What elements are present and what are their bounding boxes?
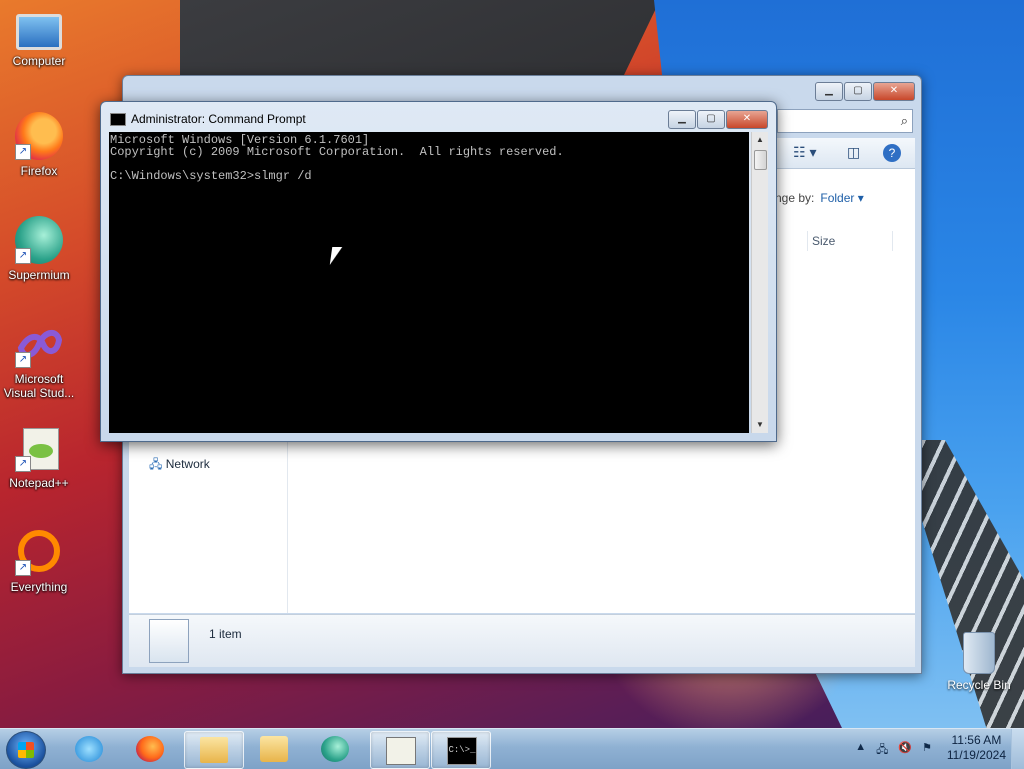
command-prompt-window[interactable]: Administrator: Command Prompt ▁ ▢ ✕ Micr… (100, 101, 777, 442)
taskbar-notepad-plus-plus[interactable] (370, 731, 430, 769)
taskbar-file-explorer[interactable] (184, 731, 244, 769)
taskbar-supermium[interactable] (306, 731, 364, 767)
show-hidden-icons-icon[interactable]: ▲ (855, 741, 866, 760)
document-icon (149, 619, 189, 663)
desktop-icon-label: Supermium (8, 268, 70, 282)
network-icon[interactable]: 🖧 (876, 741, 888, 760)
supermium-icon: ↗ (15, 216, 63, 264)
details-pane: 1 item (129, 614, 915, 667)
cmd-caption-buttons: ▁ ▢ ✕ (668, 110, 768, 129)
desktop-icon-label: Computer (12, 54, 66, 68)
desktop-icon-everything[interactable]: ↗ Everything (1, 528, 77, 594)
desktop-icon-recycle-bin[interactable]: Recycle Bin (944, 632, 1014, 692)
notification-area: ▲ 🖧 🔇 ⚑ (855, 741, 932, 760)
sidebar-item-network[interactable]: 🖧 Network (149, 455, 210, 476)
recycle-bin-icon (963, 632, 995, 674)
taskbar-media-player[interactable] (245, 731, 303, 767)
window-title: Administrator: Command Prompt (131, 112, 306, 126)
column-header-size[interactable]: Size (807, 231, 893, 251)
close-button[interactable]: ✕ (873, 82, 915, 101)
close-button[interactable]: ✕ (726, 110, 768, 129)
show-desktop-button[interactable] (1011, 729, 1024, 769)
shortcut-arrow-icon: ↗ (15, 352, 31, 368)
taskbar-command-prompt[interactable]: C:\>_ (431, 731, 491, 769)
shortcut-arrow-icon: ↗ (15, 144, 31, 160)
maximize-button[interactable]: ▢ (844, 82, 872, 101)
arrange-by-label: nge by: (775, 191, 815, 205)
console-command-line: C:\Windows\system32>slmgr /d (110, 169, 312, 183)
media-player-icon (260, 736, 288, 762)
shortcut-arrow-icon: ↗ (15, 560, 31, 576)
minimize-button[interactable]: ▁ (668, 110, 696, 129)
volume-muted-icon[interactable]: 🔇 (898, 741, 912, 760)
windows-logo-icon (18, 742, 34, 758)
change-view-icon[interactable]: ☷ ▾ (793, 144, 816, 161)
clock-date: 11/19/2024 (946, 748, 1006, 762)
desktop-icon-label: Notepad++ (9, 476, 69, 490)
shortcut-arrow-icon: ↗ (15, 456, 31, 472)
arrange-by: nge by: Folder ▾ (775, 191, 864, 205)
desktop-icon-label: Everything (10, 580, 68, 594)
clock-time: 11:56 AM (951, 733, 1002, 747)
scroll-thumb[interactable] (754, 150, 767, 170)
item-count: 1 item (209, 627, 242, 641)
console-line: Copyright (c) 2009 Microsoft Corporation… (110, 145, 564, 159)
maximize-button[interactable]: ▢ (697, 110, 725, 129)
firefox-icon (136, 736, 164, 762)
desktop-icon-notepad-plus-plus[interactable]: ↗ Notepad++ (1, 424, 77, 490)
command-prompt-icon (110, 113, 126, 126)
taskbar-internet-explorer[interactable] (60, 731, 118, 767)
console-output[interactable]: Microsoft Windows [Version 6.1.7601] Cop… (109, 132, 749, 433)
taskbar: C:\>_ ▲ 🖧 🔇 ⚑ 11:56 AM 11/19/2024 (0, 728, 1024, 769)
desktop-icon-computer[interactable]: Computer (1, 8, 77, 68)
taskbar-firefox[interactable] (121, 731, 179, 767)
preview-pane-icon[interactable]: ◫ (847, 144, 860, 161)
desktop-icon-label: Firefox (20, 164, 58, 178)
everything-search-icon: ↗ (15, 528, 63, 576)
scroll-down-icon[interactable]: ▼ (752, 417, 768, 433)
desktop-icon-label: Recycle Bin (947, 678, 1011, 692)
notepad-chameleon (29, 444, 53, 458)
desktop-icon-supermium[interactable]: ↗ Supermium (1, 216, 77, 282)
file-explorer-icon (200, 737, 228, 763)
action-center-flag-icon[interactable]: ⚑ (922, 741, 932, 760)
search-icon: ⌕ (900, 113, 908, 128)
visual-studio-icon: ↗ (15, 320, 63, 368)
supermium-icon (321, 736, 349, 762)
computer-icon (16, 14, 62, 50)
explorer-caption-buttons: ▁ ▢ ✕ (815, 82, 915, 101)
search-input[interactable]: ⌕ (777, 109, 913, 133)
sidebar-item-label: Network (165, 457, 210, 471)
scroll-up-icon[interactable]: ▲ (752, 132, 768, 148)
start-button[interactable] (6, 731, 46, 769)
notepad-plus-plus-icon (386, 737, 416, 765)
shortcut-arrow-icon: ↗ (15, 248, 31, 264)
arrange-by-value: Folder (820, 191, 855, 205)
system-clock[interactable]: 11:56 AM 11/19/2024 (947, 733, 1006, 763)
notepad-plus-plus-icon: ↗ (15, 424, 63, 472)
desktop-icon-firefox[interactable]: ↗ Firefox (1, 112, 77, 178)
network-icon: 🖧 (149, 457, 163, 471)
arrange-by-dropdown[interactable]: Folder ▾ (820, 191, 863, 205)
help-icon[interactable]: ? (883, 144, 901, 162)
command-prompt-icon: C:\>_ (447, 737, 477, 765)
firefox-icon: ↗ (15, 112, 63, 160)
minimize-button[interactable]: ▁ (815, 82, 843, 101)
internet-explorer-icon (75, 736, 103, 762)
desktop-icon-label: Microsoft Visual Stud... (3, 372, 75, 400)
desktop-icon-visual-studio[interactable]: ↗ Microsoft Visual Stud... (1, 320, 77, 400)
vertical-scrollbar[interactable]: ▲ ▼ (751, 132, 768, 433)
